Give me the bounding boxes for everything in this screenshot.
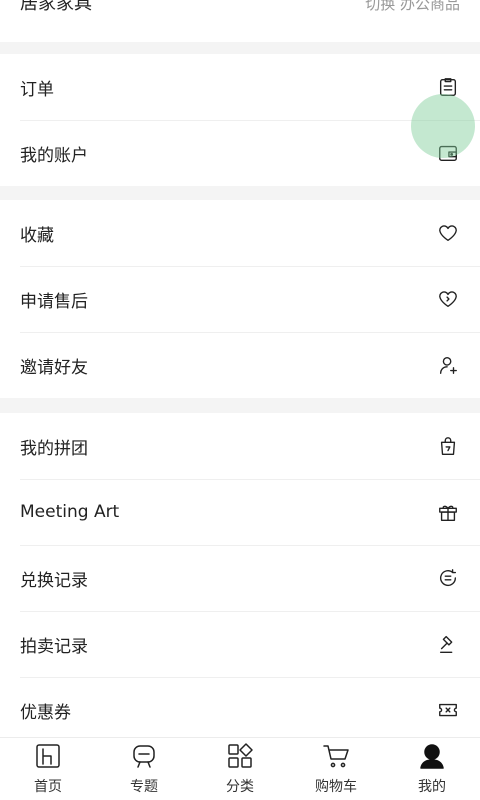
heart-icon bbox=[436, 221, 460, 245]
tab-profile[interactable]: 我的 bbox=[384, 738, 480, 800]
menu-item-label: 兑换记录 bbox=[20, 570, 88, 591]
profile-icon bbox=[418, 742, 446, 774]
gift-icon bbox=[436, 500, 460, 524]
tab-topics[interactable]: 专题 bbox=[96, 738, 192, 800]
menu-item-group-buy[interactable]: 我的拼团 bbox=[0, 413, 480, 479]
group-buy-bag-icon bbox=[436, 434, 460, 458]
social-group: 收藏 申请售后 邀请好友 bbox=[0, 200, 480, 398]
menu-item-label: 优惠券 bbox=[20, 702, 71, 723]
menu-item-label: 订单 bbox=[20, 79, 54, 100]
bottom-tab-bar: 首页 专题 分类 购物车 我的 bbox=[0, 737, 480, 800]
cart-icon bbox=[322, 742, 350, 774]
menu-item-meeting-art[interactable]: Meeting Art bbox=[0, 479, 480, 545]
exchange-record-icon bbox=[436, 566, 460, 590]
menu-item-label: Meeting Art bbox=[20, 502, 120, 522]
category-header: 居家家具 切换 办公商品 bbox=[0, 0, 480, 42]
menu-item-label: 拍卖记录 bbox=[20, 636, 88, 657]
menu-item-my-account[interactable]: 我的账户 bbox=[0, 120, 480, 186]
menu-item-after-sales[interactable]: 申请售后 bbox=[0, 266, 480, 332]
tab-home[interactable]: 首页 bbox=[0, 738, 96, 800]
tab-categories[interactable]: 分类 bbox=[192, 738, 288, 800]
tab-label: 首页 bbox=[34, 779, 62, 795]
menu-item-favorites[interactable]: 收藏 bbox=[0, 200, 480, 266]
coupon-icon bbox=[436, 698, 460, 722]
heart-service-icon bbox=[436, 287, 460, 311]
category-grid-icon bbox=[226, 742, 254, 774]
menu-item-exchange-records[interactable]: 兑换记录 bbox=[0, 545, 480, 611]
menu-item-label: 申请售后 bbox=[20, 291, 88, 312]
menu-item-invite-friends[interactable]: 邀请好友 bbox=[0, 332, 480, 398]
menu-item-auction-records[interactable]: 拍卖记录 bbox=[0, 611, 480, 677]
auction-gavel-icon bbox=[436, 632, 460, 656]
services-group: 我的拼团 Meeting Art 兑换记录 拍卖记录 优惠券 bbox=[0, 413, 480, 743]
menu-item-label: 我的账户 bbox=[20, 145, 88, 166]
menu-item-label: 邀请好友 bbox=[20, 357, 88, 378]
menu-item-orders[interactable]: 订单 bbox=[0, 54, 480, 120]
tab-label: 购物车 bbox=[315, 779, 357, 795]
menu-item-coupons[interactable]: 优惠券 bbox=[0, 677, 480, 743]
menu-item-label: 我的拼团 bbox=[20, 438, 88, 459]
tab-label: 专题 bbox=[130, 779, 158, 795]
switch-category-link[interactable]: 切换 办公商品 bbox=[365, 0, 460, 16]
tab-label: 分类 bbox=[226, 779, 254, 795]
tab-cart[interactable]: 购物车 bbox=[288, 738, 384, 800]
invite-user-icon bbox=[436, 353, 460, 377]
topic-chat-icon bbox=[130, 742, 158, 774]
menu-item-label: 收藏 bbox=[20, 225, 54, 246]
tab-label: 我的 bbox=[418, 779, 446, 795]
home-chair-icon bbox=[34, 742, 62, 774]
tap-ripple bbox=[411, 94, 475, 158]
category-title: 居家家具 bbox=[20, 0, 92, 14]
account-group: 订单 我的账户 bbox=[0, 54, 480, 186]
